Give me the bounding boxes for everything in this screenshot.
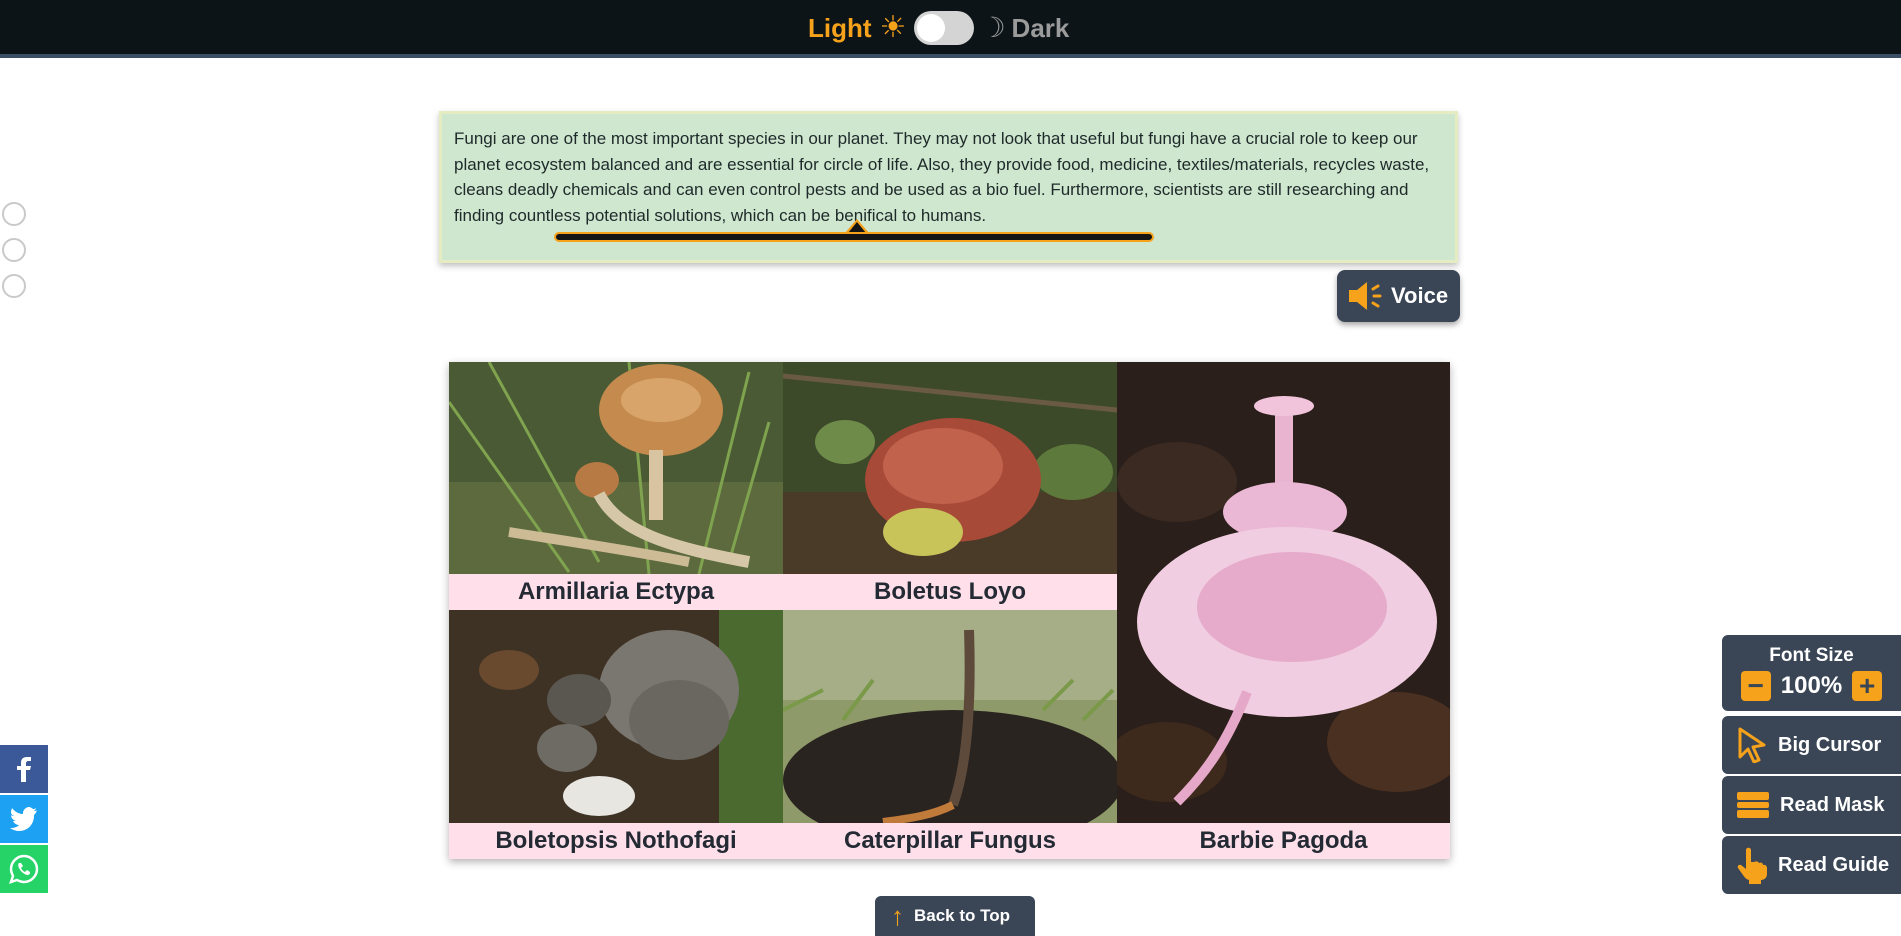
pointing-hand-icon xyxy=(1737,847,1767,884)
fungus-card[interactable]: Boletus Loyo xyxy=(783,362,1117,610)
moon-icon: ☽ xyxy=(980,11,1006,44)
voice-label: Voice xyxy=(1391,283,1449,308)
barbie-pagoda-photo xyxy=(1117,362,1450,823)
twitter-icon xyxy=(10,807,37,831)
read-mask-button[interactable]: Read Mask xyxy=(1722,776,1901,834)
decrease-font-button[interactable]: − xyxy=(1740,671,1771,701)
theme-switch[interactable] xyxy=(914,11,975,45)
read-guide-caret xyxy=(845,219,869,233)
switch-knob xyxy=(917,14,946,42)
section-dot[interactable] xyxy=(2,238,26,262)
back-to-top-button[interactable]: ↑ Back to Top xyxy=(875,896,1035,936)
boletus-loyo-photo xyxy=(783,362,1117,574)
section-dot[interactable] xyxy=(2,274,26,298)
fungus-card[interactable]: Barbie Pagoda xyxy=(1117,362,1450,859)
light-theme-label[interactable]: Light xyxy=(808,13,872,44)
dark-theme-label[interactable]: Dark xyxy=(1012,13,1070,44)
caterpillar-fungus-photo xyxy=(783,610,1117,823)
fungus-name: Barbie Pagoda xyxy=(1117,823,1450,859)
arrow-up-icon: ↑ xyxy=(891,901,904,931)
increase-font-button[interactable]: + xyxy=(1852,671,1883,701)
sun-icon: ☀ xyxy=(879,10,907,45)
read-guide-button[interactable]: Read Guide xyxy=(1722,836,1901,894)
read-mask-label: Read Mask xyxy=(1780,793,1885,816)
armillaria-ectypa-photo xyxy=(449,362,783,574)
whatsapp-share-button[interactable] xyxy=(0,845,48,893)
twitter-share-button[interactable] xyxy=(0,795,48,843)
facebook-icon xyxy=(17,757,31,782)
fungi-gallery: Armillaria Ectypa Boletus Loyo Barbie Pa… xyxy=(449,362,1450,859)
fungus-name: Caterpillar Fungus xyxy=(783,823,1117,859)
fungus-card[interactable]: Caterpillar Fungus xyxy=(783,610,1117,859)
facebook-share-button[interactable] xyxy=(0,745,48,793)
section-dot[interactable] xyxy=(2,202,26,226)
fungus-card[interactable]: Armillaria Ectypa xyxy=(449,362,783,610)
back-to-top-label: Back to Top xyxy=(914,906,1011,925)
font-size-value: 100% xyxy=(1780,672,1843,699)
section-dots xyxy=(2,202,26,310)
big-cursor-label: Big Cursor xyxy=(1778,733,1882,756)
fungus-card[interactable]: Boletopsis Nothofagi xyxy=(449,610,783,859)
big-cursor-button[interactable]: Big Cursor xyxy=(1722,716,1901,774)
font-size-title: Font Size xyxy=(1769,645,1854,666)
font-size-panel: Font Size − 100% + xyxy=(1722,635,1901,711)
boletopsis-nothofagi-photo xyxy=(449,610,783,823)
read-guide-line[interactable] xyxy=(554,232,1154,242)
fungus-name: Boletus Loyo xyxy=(783,574,1117,610)
intro-paragraph: Fungi are one of the most important spec… xyxy=(454,129,1430,225)
fungus-name: Boletopsis Nothofagi xyxy=(449,823,783,859)
read-guide-label: Read Guide xyxy=(1778,853,1890,876)
cursor-icon xyxy=(1738,727,1766,763)
top-bar: Light ☀ ☽ Dark xyxy=(0,0,1901,58)
read-mask-icon xyxy=(1737,792,1769,818)
speaker-icon xyxy=(1349,282,1382,310)
whatsapp-icon xyxy=(9,854,39,884)
voice-button[interactable]: Voice xyxy=(1337,270,1460,322)
fungus-name: Armillaria Ectypa xyxy=(449,574,783,610)
theme-toggle[interactable]: Light ☀ ☽ Dark xyxy=(808,8,1069,48)
